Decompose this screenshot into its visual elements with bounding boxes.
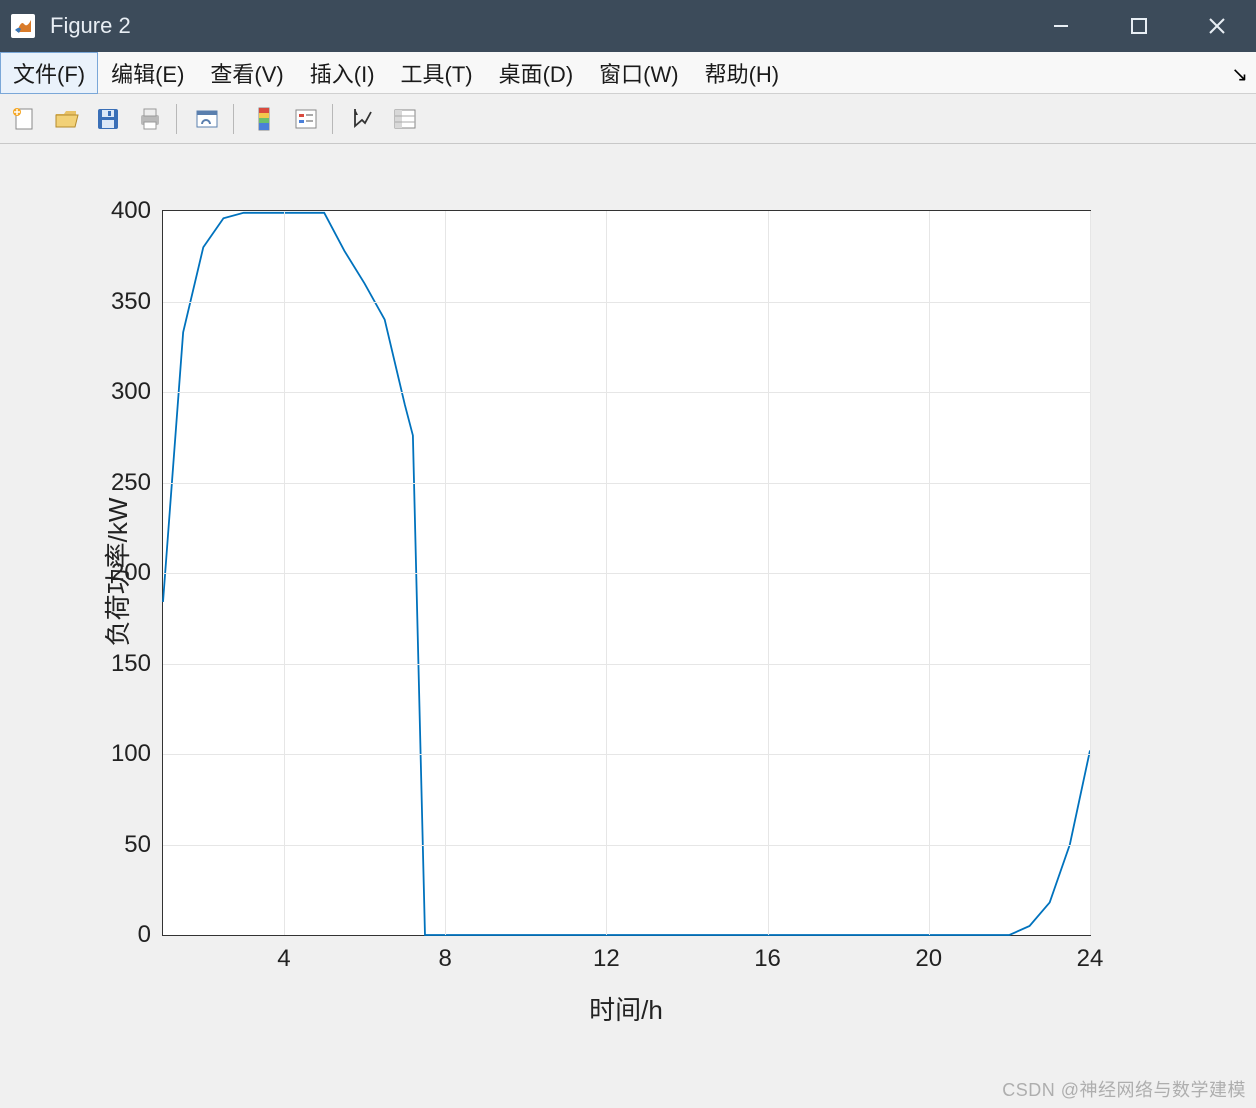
open-button[interactable]: [48, 101, 84, 137]
y-tick-label: 150: [111, 650, 163, 678]
toolbar-separator: [233, 104, 234, 134]
x-tick-label: 12: [593, 935, 620, 973]
toolbar: [0, 94, 1256, 144]
menu-help[interactable]: 帮助(H): [692, 52, 793, 94]
x-tick-label: 8: [438, 935, 451, 973]
grid-line: [163, 302, 1090, 303]
x-axis-label: 时间/h: [589, 990, 663, 1027]
edit-plot-button[interactable]: [345, 101, 381, 137]
matlab-logo-icon: [10, 13, 36, 39]
plot-axes[interactable]: 4812162024050100150200250300350400: [162, 210, 1091, 936]
close-button[interactable]: [1178, 0, 1256, 52]
y-tick-label: 100: [111, 740, 163, 768]
menubar: 文件(F) 编辑(E) 查看(V) 插入(I) 工具(T) 桌面(D) 窗口(W…: [0, 52, 1256, 94]
menu-edit[interactable]: 编辑(E): [98, 52, 197, 94]
y-tick-label: 50: [124, 831, 163, 859]
menu-insert[interactable]: 插入(I): [297, 52, 388, 94]
x-tick-label: 4: [277, 935, 290, 973]
new-figure-button[interactable]: [6, 101, 42, 137]
legend-button[interactable]: [288, 101, 324, 137]
y-tick-label: 200: [111, 559, 163, 587]
save-button[interactable]: [90, 101, 126, 137]
titlebar: Figure 2: [0, 0, 1256, 52]
watermark-text: CSDN @神经网络与数学建模: [1002, 1076, 1246, 1102]
menu-overflow-icon[interactable]: ↘: [1231, 62, 1248, 87]
x-tick-label: 20: [915, 935, 942, 973]
y-tick-label: 350: [111, 288, 163, 316]
grid-line: [163, 754, 1090, 755]
y-tick-label: 400: [111, 197, 163, 225]
y-tick-label: 300: [111, 378, 163, 406]
toolbar-separator: [332, 104, 333, 134]
colorbar-button[interactable]: [246, 101, 282, 137]
menu-tools[interactable]: 工具(T): [388, 52, 486, 94]
property-inspector-button[interactable]: [387, 101, 423, 137]
window-title: Figure 2: [50, 13, 1022, 39]
toolbar-separator: [176, 104, 177, 134]
y-tick-label: 250: [111, 469, 163, 497]
menu-view[interactable]: 查看(V): [197, 52, 296, 94]
print-button[interactable]: [132, 101, 168, 137]
figure-canvas: 负荷功率/kW 时间/h 481216202405010015020025030…: [0, 144, 1256, 1108]
menu-window[interactable]: 窗口(W): [586, 52, 691, 94]
link-button[interactable]: [189, 101, 225, 137]
x-tick-label: 16: [754, 935, 781, 973]
minimize-button[interactable]: [1022, 0, 1100, 52]
grid-line: [163, 483, 1090, 484]
grid-line: [163, 573, 1090, 574]
grid-line: [163, 392, 1090, 393]
x-tick-label: 24: [1077, 935, 1104, 973]
y-tick-label: 0: [138, 921, 163, 949]
maximize-button[interactable]: [1100, 0, 1178, 52]
grid-line: [163, 845, 1090, 846]
menu-desktop[interactable]: 桌面(D): [486, 52, 587, 94]
grid-line: [1090, 211, 1091, 935]
grid-line: [163, 664, 1090, 665]
menu-file[interactable]: 文件(F): [0, 52, 98, 94]
